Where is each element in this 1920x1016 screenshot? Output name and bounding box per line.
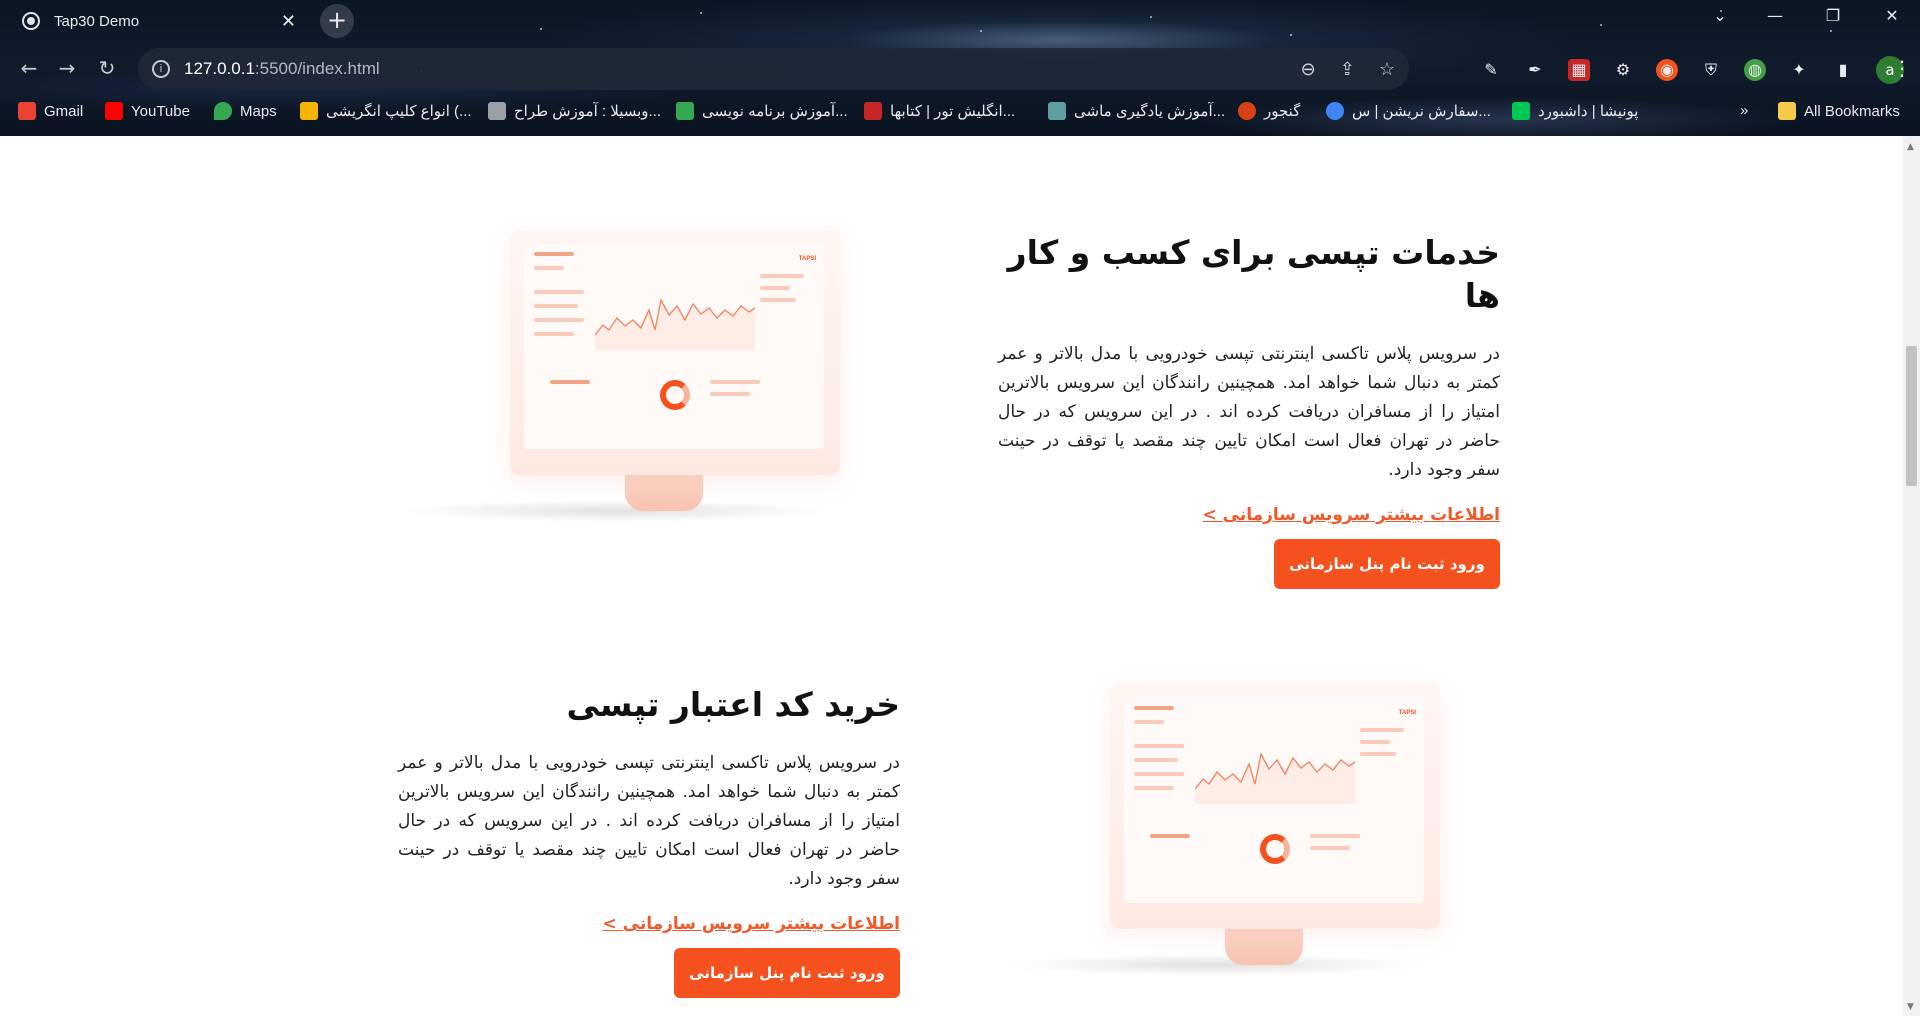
url-host: 127.0.0.1 xyxy=(184,59,255,78)
bookmark-maps[interactable]: Maps xyxy=(214,102,277,120)
org-panel-signup-button[interactable]: ورود ثبت نام پنل سازمانی xyxy=(1274,538,1500,589)
extension-shield-icon[interactable]: ⛨ xyxy=(1700,59,1722,81)
extensions-puzzle-icon[interactable]: ✦ xyxy=(1788,59,1810,81)
browser-tab[interactable]: Tap30 Demo ✕ xyxy=(8,2,310,40)
section-title: خرید کد اعتبار تپسی xyxy=(566,685,901,724)
zoom-icon[interactable]: ⊖ xyxy=(1301,59,1316,80)
donut-chart-graphic xyxy=(1260,834,1290,864)
minimize-button[interactable]: — xyxy=(1755,6,1795,25)
address-bar[interactable]: i 127.0.0.1:5500/index.html ⊖ ⇪ ☆ xyxy=(138,48,1409,90)
scroll-down-icon[interactable]: ▼ xyxy=(1907,1002,1914,1012)
new-tab-button[interactable]: + xyxy=(320,4,354,38)
monitor-logo: TAPSI xyxy=(1398,710,1416,716)
bookmark-item[interactable]: سفارش نریشن | س... xyxy=(1326,102,1491,120)
scrollbar-thumb[interactable] xyxy=(1906,346,1917,486)
browser-chrome: Tap30 Demo ✕ + ⌄ — ❐ ✕ ← → ↻ i 127.0.0.1… xyxy=(0,0,1920,136)
page-scrollbar[interactable]: ▲ ▼ xyxy=(1903,136,1920,1016)
business-services-section: خدمات تپسی برای کسب و کار ها در سرویس پل… xyxy=(998,232,1500,589)
folder-icon xyxy=(1778,102,1796,120)
bookmark-favicon xyxy=(1512,102,1530,120)
restore-button[interactable]: ❐ xyxy=(1813,6,1853,25)
more-info-link[interactable]: اطلاعات بیشتر سرویس سازمانی > xyxy=(602,914,900,934)
url-path: :5500/index.html xyxy=(254,59,380,78)
back-icon[interactable]: ← xyxy=(14,56,44,80)
more-info-link[interactable]: اطلاعات بیشتر سرویس سازمانی > xyxy=(1202,505,1500,525)
globe-icon xyxy=(22,12,40,30)
site-info-icon[interactable]: i xyxy=(152,60,170,78)
section-text: در سرویس پلاس تاکسی اینترنتی تپسی خودروی… xyxy=(398,752,900,889)
bookmark-item[interactable]: آموزش یادگیری ماشی... xyxy=(1048,102,1225,120)
extension-gear-icon[interactable]: ⚙ xyxy=(1612,59,1634,81)
close-window-button[interactable]: ✕ xyxy=(1872,6,1912,25)
bookmark-item[interactable]: انواع کلیپ انگریشی (... xyxy=(300,102,472,120)
menu-kebab-icon[interactable]: ⋮ xyxy=(1892,56,1912,80)
scroll-up-icon[interactable]: ▲ xyxy=(1907,142,1914,152)
close-tab-icon[interactable]: ✕ xyxy=(281,11,296,32)
org-panel-signup-button[interactable]: ورود ثبت نام پنل سازمانی xyxy=(674,947,900,998)
bookmark-star-icon[interactable]: ☆ xyxy=(1379,59,1395,80)
extension-pen-icon[interactable]: ✎ xyxy=(1480,59,1502,81)
bookmark-item[interactable]: وبسیلا : آموزش طراح... xyxy=(488,102,661,120)
share-icon[interactable]: ⇪ xyxy=(1340,59,1355,80)
bookmark-favicon xyxy=(488,102,506,120)
extension-feather-icon[interactable]: ✒ xyxy=(1524,59,1546,81)
bookmark-favicon xyxy=(1048,102,1066,120)
bookmark-youtube[interactable]: YouTube xyxy=(105,102,190,120)
bookmarks-overflow-button[interactable]: » xyxy=(1740,102,1748,119)
reload-icon[interactable]: ↻ xyxy=(92,56,122,80)
all-bookmarks-button[interactable]: All Bookmarks xyxy=(1778,102,1900,120)
bookmark-item[interactable]: گنجور xyxy=(1238,102,1300,120)
line-chart-graphic xyxy=(1195,751,1355,804)
tab-title: Tap30 Demo xyxy=(54,12,140,30)
donut-chart-graphic xyxy=(660,380,690,410)
youtube-icon xyxy=(105,102,123,120)
side-panel-icon[interactable]: ▮ xyxy=(1832,59,1854,81)
gmail-icon xyxy=(18,102,36,120)
forward-icon[interactable]: → xyxy=(52,56,82,80)
monitor-logo: TAPSI xyxy=(798,256,816,262)
bookmark-favicon xyxy=(1326,102,1344,120)
bookmark-item[interactable]: آموزش برنامه نویسی... xyxy=(676,102,848,120)
maps-icon xyxy=(214,102,232,120)
extension-circle-icon[interactable]: ◉ xyxy=(1656,59,1678,81)
bookmark-item[interactable]: انگلیش تور | کتابها... xyxy=(864,102,1015,120)
section-title: خدمات تپسی برای کسب و کار ها xyxy=(1007,233,1500,315)
tab-search-icon[interactable]: ⌄ xyxy=(1700,6,1740,25)
bookmarks-bar: Gmail YouTube Maps انواع کلیپ انگریشی (.… xyxy=(0,98,1920,128)
bookmark-item[interactable]: پونیشا | داشبورد xyxy=(1512,102,1638,120)
line-chart-graphic xyxy=(595,297,755,350)
bookmark-gmail[interactable]: Gmail xyxy=(18,102,83,120)
check-icon xyxy=(676,102,694,120)
page-content: خدمات تپسی برای کسب و کار ها در سرویس پل… xyxy=(0,136,1903,1016)
extension-calendar-icon[interactable]: ▦ xyxy=(1568,59,1590,81)
credit-code-section: خرید کد اعتبار تپسی در سرویس پلاس تاکسی … xyxy=(398,684,900,998)
extension-globe-icon[interactable]: ◍ xyxy=(1744,59,1766,81)
section-text: در سرویس پلاس تاکسی اینترنتی تپسی خودروی… xyxy=(998,343,1500,480)
bookmark-favicon xyxy=(864,102,882,120)
bookmark-favicon xyxy=(300,102,318,120)
bookmark-favicon xyxy=(1238,102,1256,120)
